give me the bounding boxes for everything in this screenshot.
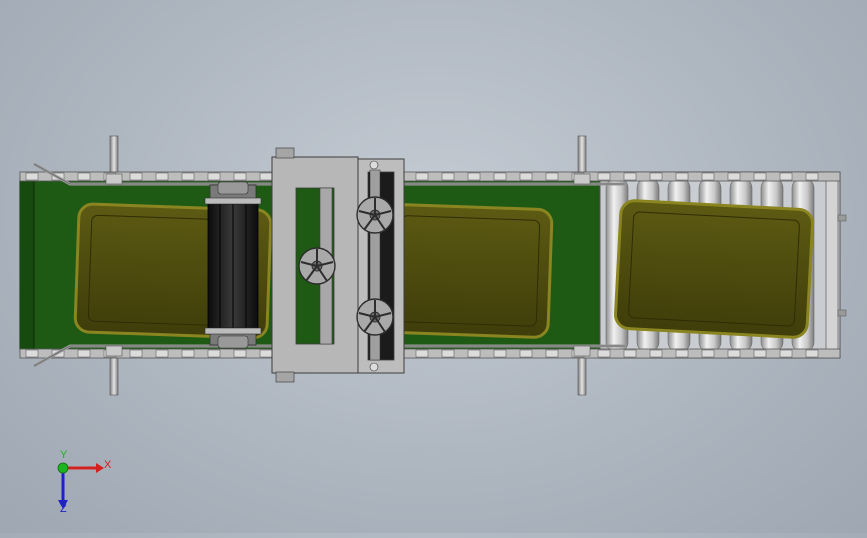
handwheel-left[interactable] xyxy=(298,247,336,285)
rail-link xyxy=(519,349,533,358)
rail-link xyxy=(259,172,273,181)
rail-link xyxy=(779,172,793,181)
rail-link xyxy=(415,172,429,181)
z-axis-label: Z xyxy=(60,503,67,515)
rail-link xyxy=(77,349,91,358)
rail-link xyxy=(25,172,39,181)
cad-viewport[interactable]: X Y Z xyxy=(0,0,867,533)
rail-link xyxy=(493,349,507,358)
rail-link xyxy=(701,172,715,181)
rail-link xyxy=(155,349,169,358)
rail-link xyxy=(25,349,39,358)
y-axis-label: Y xyxy=(60,449,68,461)
rail-link xyxy=(675,349,689,358)
rail-link xyxy=(233,349,247,358)
rail-link xyxy=(701,349,715,358)
x-axis-label: X xyxy=(104,459,112,471)
brush-roller xyxy=(204,181,262,349)
rail-link xyxy=(415,349,429,358)
rail-link xyxy=(441,349,455,358)
rail-link xyxy=(441,172,455,181)
box-2 xyxy=(386,203,554,339)
rail-link xyxy=(207,349,221,358)
rail-link xyxy=(129,172,143,181)
box-3 xyxy=(613,199,815,339)
rail-link xyxy=(779,349,793,358)
rail-link xyxy=(259,349,273,358)
rail-link xyxy=(623,349,637,358)
rail-link xyxy=(623,172,637,181)
rail-link xyxy=(675,172,689,181)
rail-link xyxy=(753,172,767,181)
rail-link xyxy=(233,172,247,181)
rail-link xyxy=(597,349,611,358)
rail-link xyxy=(649,349,663,358)
rail-link xyxy=(207,172,221,181)
rail-link xyxy=(467,349,481,358)
rail-link xyxy=(753,349,767,358)
rail-link xyxy=(805,172,819,181)
rail-link xyxy=(805,349,819,358)
rail-link xyxy=(649,172,663,181)
rail-link xyxy=(467,172,481,181)
rail-link xyxy=(129,349,143,358)
handwheel-bottom[interactable] xyxy=(356,298,394,336)
handwheel-top[interactable] xyxy=(356,196,394,234)
rail-link xyxy=(181,172,195,181)
rail-link xyxy=(181,349,195,358)
rail-link xyxy=(77,172,91,181)
rail-link xyxy=(493,172,507,181)
y-axis-dot xyxy=(57,462,69,474)
rail-link xyxy=(545,349,559,358)
gantry-frame xyxy=(271,147,405,383)
coordinate-triad: X Y Z xyxy=(57,449,112,515)
rail-link xyxy=(727,349,741,358)
rail-link xyxy=(727,172,741,181)
rail-link xyxy=(519,172,533,181)
rail-link xyxy=(597,172,611,181)
rail-link xyxy=(155,172,169,181)
rail-link xyxy=(545,172,559,181)
conveyor-assembly-drawing: X Y Z xyxy=(19,135,847,515)
